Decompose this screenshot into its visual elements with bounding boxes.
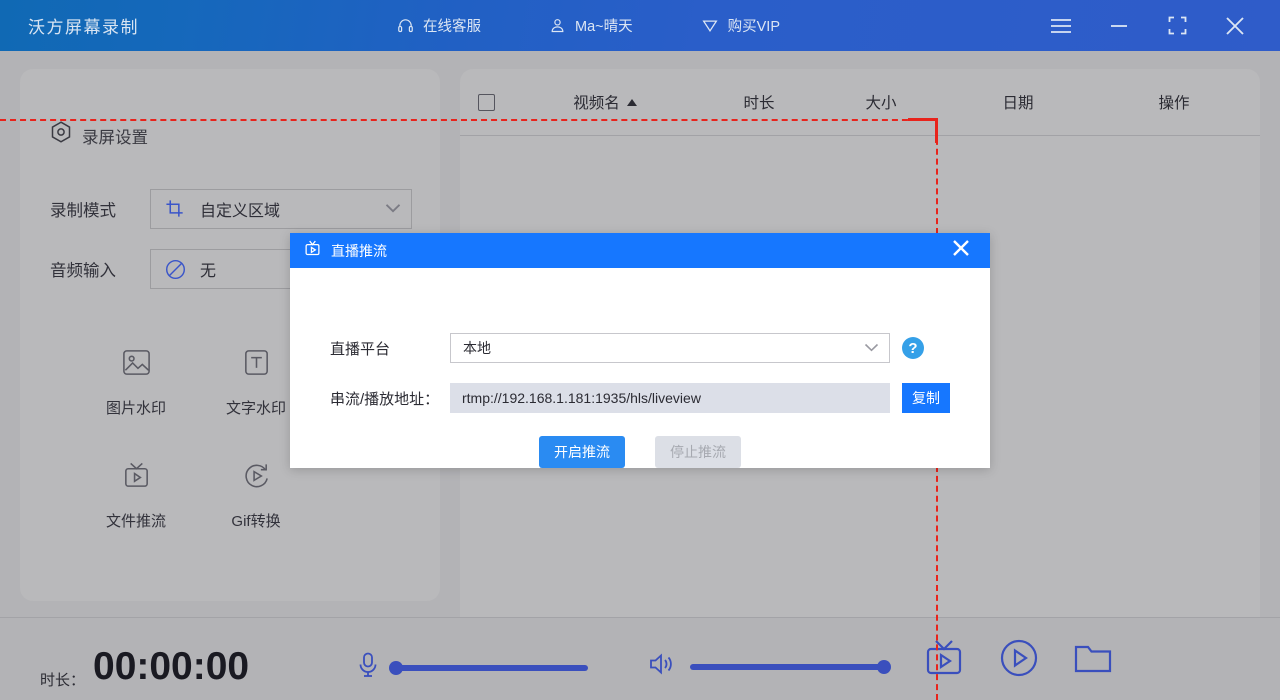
question-mark-icon[interactable]: ? [902,337,924,359]
live-stream-dialog: 直播推流 直播平台 本地 ? 串流/播放地址： rtmp://192.168.1… [290,233,990,468]
copy-address-button[interactable]: 复制 [902,383,950,413]
settings-section-header: 录屏设置 [50,121,148,150]
column-video-name[interactable]: 视频名 [512,91,698,113]
dialog-body: 直播平台 本地 ? 串流/播放地址： rtmp://192.168.1.181:… [290,268,990,468]
stop-stream-button: 停止推流 [655,436,741,468]
file-stream-icon [121,460,152,496]
platform-select[interactable]: 本地 [450,333,890,363]
record-mode-value: 自定义区域 [200,203,281,220]
app-window: 沃方屏幕录制 在线客服 Ma~晴天 购买VIP 录屏设置 录制模式 自定义区域 … [0,0,1280,700]
bottom-bar: 时长： 00:00:00 [0,617,1280,700]
tool-label: 图片水印 [105,400,166,417]
dialog-header: 直播推流 [290,233,990,268]
hamburger-icon [1050,17,1072,35]
column-label: 视频名 [573,95,620,112]
column-size[interactable]: 大小 [820,91,942,113]
address-row: 串流/播放地址： rtmp://192.168.1.181:1935/hls/l… [330,383,950,413]
menu-button[interactable] [1038,4,1084,48]
maximize-icon [1168,16,1187,35]
tool-label: Gif转换 [231,513,281,530]
close-icon [950,237,972,264]
dialog-actions: 开启推流 停止推流 [290,436,990,468]
settings-section-title: 录屏设置 [82,128,148,147]
speaker-volume-group [648,652,891,681]
speaker-slider-thumb[interactable] [877,659,891,674]
gif-convert-icon [241,460,272,496]
vip-shield-icon [701,17,719,35]
text-watermark-icon [241,347,272,383]
file-list-header: 视频名 时长 大小 日期 操作 [460,69,1260,136]
platform-row: 直播平台 本地 ? [330,333,924,363]
record-mode-select[interactable]: 自定义区域 [150,189,412,229]
play-circle-icon[interactable] [1000,639,1038,682]
tool-image-watermark[interactable]: 图片水印 [76,347,196,418]
bottom-action-icons [924,639,1112,682]
minimize-icon [1109,19,1129,33]
microphone-volume-group [356,652,588,683]
online-support-button[interactable]: 在线客服 [397,15,481,36]
image-watermark-icon [121,347,152,383]
window-controls [1038,4,1258,48]
chevron-down-icon [864,339,879,357]
column-label: 大小 [865,95,897,112]
close-button[interactable] [1212,4,1258,48]
duration-label: 时长： [40,672,86,689]
capture-region-corner-handle[interactable] [908,118,938,143]
buy-vip-button[interactable]: 购买VIP [701,15,780,36]
column-date[interactable]: 日期 [942,91,1094,113]
stream-address-input[interactable]: rtmp://192.168.1.181:1935/hls/liveview [450,383,890,413]
maximize-button[interactable] [1154,4,1200,48]
audio-input-label: 音频输入 [50,262,116,280]
buy-vip-label: 购买VIP [727,19,780,35]
start-stream-button[interactable]: 开启推流 [539,436,625,468]
capture-region-horizontal-guide [0,119,938,121]
record-mode-row: 录制模式 自定义区域 [50,189,412,229]
dialog-close-button[interactable] [932,233,990,268]
title-bar: 沃方屏幕录制 在线客服 Ma~晴天 购买VIP [0,0,1280,51]
microphone-volume-slider[interactable] [389,660,588,675]
tv-stream-icon [304,240,321,262]
address-label: 串流/播放地址： [330,390,440,408]
tool-label: 文字水印 [225,400,286,417]
account-label: Ma~晴天 [575,19,633,35]
chevron-down-icon [385,200,401,218]
minimize-button[interactable] [1096,4,1142,48]
column-duration[interactable]: 时长 [698,91,820,113]
crop-region-icon [165,199,186,220]
app-title: 沃方屏幕录制 [28,18,139,37]
user-icon [549,17,566,34]
select-all-cell [460,93,512,111]
column-label: 日期 [1002,95,1034,112]
platform-label: 直播平台 [330,340,391,358]
close-icon [1224,15,1246,37]
microphone-slider-thumb[interactable] [389,660,403,675]
column-actions[interactable]: 操作 [1094,91,1254,113]
microphone-icon[interactable] [356,652,380,683]
tool-file-stream[interactable]: 文件推流 [76,460,196,531]
headset-icon [397,17,414,34]
folder-icon[interactable] [1074,641,1112,680]
duration-value: 00:00:00 [93,645,250,688]
column-label: 操作 [1158,95,1190,112]
speaker-icon[interactable] [648,652,674,681]
account-button[interactable]: Ma~晴天 [549,15,633,36]
select-all-checkbox[interactable] [477,93,495,111]
dialog-title: 直播推流 [331,242,387,259]
no-audio-icon [165,259,186,280]
tv-stream-icon[interactable] [924,639,964,682]
platform-value: 本地 [463,340,491,356]
tool-gif-convert[interactable]: Gif转换 [196,460,316,531]
hexagon-gear-icon [50,121,72,150]
record-mode-label: 录制模式 [50,202,116,220]
online-support-label: 在线客服 [423,19,481,35]
tool-label: 文件推流 [105,513,166,530]
sort-asc-icon [626,98,637,106]
speaker-volume-slider[interactable] [690,659,891,674]
column-label: 时长 [743,95,775,112]
